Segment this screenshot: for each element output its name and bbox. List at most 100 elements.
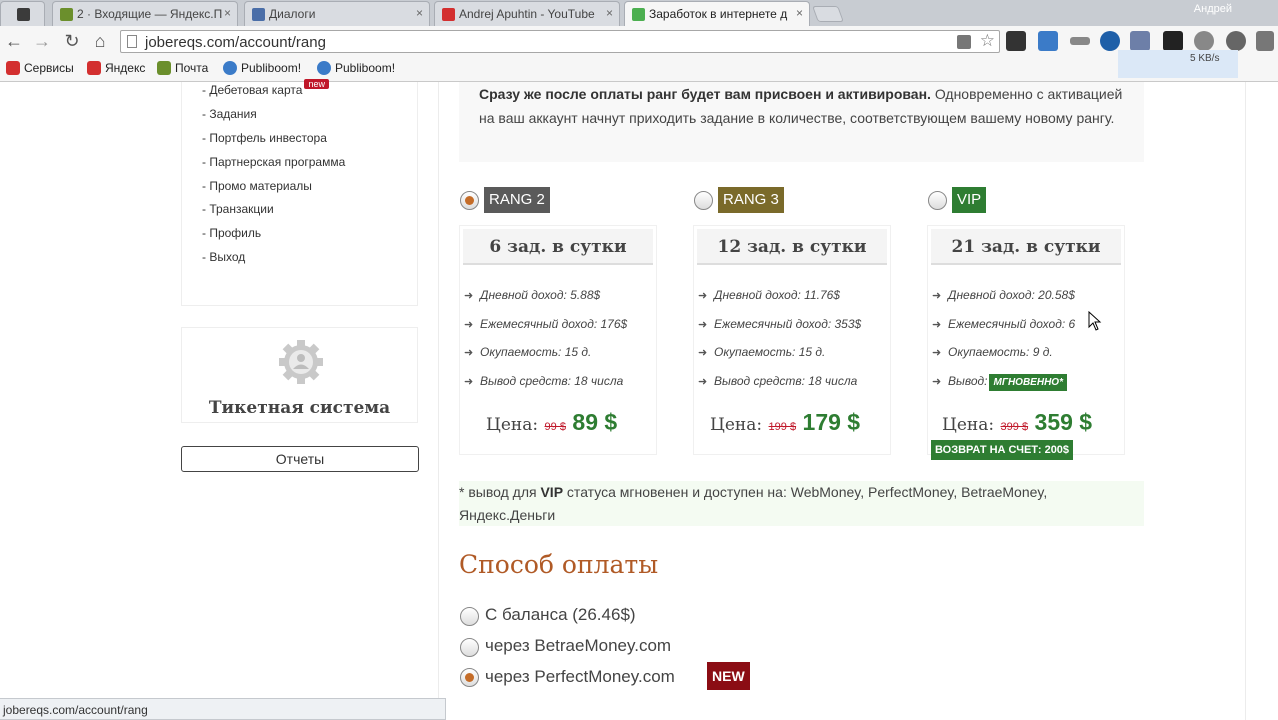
extension-icon[interactable]: [1038, 31, 1058, 51]
plan-radio-rang3[interactable]: [694, 191, 713, 210]
url-text[interactable]: jobereqs.com/account/rang: [145, 34, 326, 51]
menu-icon[interactable]: [1256, 31, 1274, 51]
bookmark-mail[interactable]: Почта: [157, 61, 208, 75]
plan-label-rang2[interactable]: RANG 2: [484, 187, 550, 213]
plan-price: Цена: 199 $ 179 $: [710, 409, 861, 435]
payment-radio-perfectmoney[interactable]: [460, 668, 479, 687]
bookmark-services[interactable]: Сервисы: [6, 61, 74, 75]
plan-withdrawal: ➜ Вывод средств: 18 числа: [464, 374, 624, 388]
reports-button[interactable]: Отчеты: [181, 446, 419, 472]
plan-monthly-income: ➜ Ежемесячный доход: 176$: [464, 317, 628, 331]
arrow-right-icon: ➜: [932, 347, 942, 359]
tab-title: Andrej Apuhtin - YouTube: [459, 7, 595, 21]
youtube-icon: [442, 8, 455, 21]
menu-item-transactions[interactable]: - Транзакции: [202, 202, 274, 216]
menu-item-profile[interactable]: - Профиль: [202, 226, 261, 240]
menu-item-logout[interactable]: - Выход: [202, 250, 245, 264]
plan-card-vip[interactable]: 21 зад. в сутки ➜ Дневной доход: 20.58$ ➜…: [927, 225, 1125, 455]
plan-label-rang3[interactable]: RANG 3: [718, 187, 784, 213]
forward-icon[interactable]: →: [32, 31, 52, 51]
status-bar: jobereqs.com/account/rang: [0, 698, 446, 720]
arrow-right-icon: ➜: [464, 319, 474, 331]
arrow-right-icon: ➜: [932, 319, 942, 331]
dialogs-icon: [252, 8, 265, 21]
plan-tasks: 6 зад. в сутки: [463, 229, 653, 265]
close-icon[interactable]: ×: [224, 6, 231, 20]
plan-tasks: 21 зад. в сутки: [931, 229, 1121, 265]
close-icon[interactable]: ×: [796, 6, 803, 20]
bookmark-publiboom[interactable]: Publiboom!: [317, 61, 395, 75]
content-divider: [438, 82, 439, 720]
plan-daily-income: ➜ Дневной доход: 20.58$: [932, 288, 1075, 302]
menu-item-partner[interactable]: - Партнерская программа: [202, 155, 345, 169]
vip-note: * вывод для VIP статуса мгновенен и дост…: [459, 481, 1144, 526]
publiboom-icon: [223, 61, 237, 75]
close-icon[interactable]: ×: [416, 6, 423, 20]
payment-label-betraemoney[interactable]: через BetraeMoney.com: [485, 636, 671, 656]
tab-earnings-active[interactable]: Заработок в интернете д ×: [624, 1, 810, 26]
arrow-right-icon: ➜: [932, 376, 942, 388]
bookmark-star-icon[interactable]: ☆: [980, 31, 995, 51]
bookmark-publiboom[interactable]: Publiboom!: [223, 61, 301, 75]
tab-title: Диалоги: [269, 7, 316, 21]
menu-item-tasks[interactable]: - Задания: [202, 107, 257, 121]
new-badge: new: [304, 79, 329, 89]
tab-favicon: [17, 8, 30, 21]
tab-yandex-mail[interactable]: 2 · Входящие — Яндекс.П ×: [52, 1, 238, 26]
arrow-right-icon: ➜: [698, 347, 708, 359]
activation-info: Сразу же после оплаты ранг будет вам при…: [459, 82, 1144, 162]
new-badge: NEW: [707, 662, 750, 690]
extension-icon[interactable]: [1100, 31, 1120, 51]
plan-card-rang2[interactable]: 6 зад. в сутки ➜ Дневной доход: 5.88$ ➜ Еж…: [459, 225, 657, 455]
extension-icon[interactable]: [1226, 31, 1246, 51]
extension-icon[interactable]: [1163, 31, 1183, 51]
menu-item-debit-card[interactable]: - Дебетовая карта new: [202, 79, 329, 97]
plan-radio-rang2[interactable]: [460, 191, 479, 210]
plan-radio-vip[interactable]: [928, 191, 947, 210]
mail-icon: [157, 61, 171, 75]
payment-radio-balance[interactable]: [460, 607, 479, 626]
close-icon[interactable]: ×: [606, 6, 613, 20]
plan-payback: ➜ Окупаемость: 9 д.: [932, 345, 1053, 359]
info-bold: Сразу же после оплаты ранг будет вам при…: [479, 86, 931, 102]
ticket-system-panel[interactable]: Тикетная система: [181, 327, 418, 423]
arrow-right-icon: ➜: [464, 376, 474, 388]
menu-item-promo[interactable]: - Промо материалы: [202, 179, 312, 193]
back-icon[interactable]: ←: [4, 31, 24, 51]
reload-icon[interactable]: ↻: [62, 31, 82, 51]
tab-title: Заработок в интернете д: [649, 7, 788, 21]
extension-icon[interactable]: [1130, 31, 1150, 51]
extension-icon[interactable]: [1006, 31, 1026, 51]
home-icon[interactable]: ⌂: [90, 31, 110, 51]
menu-item-portfolio[interactable]: - Портфель инвестора: [202, 131, 327, 145]
plan-label-vip[interactable]: VIP: [952, 187, 987, 213]
publiboom-icon: [317, 61, 331, 75]
plan-price: Цена: 99 $ 89 $: [486, 409, 618, 435]
plan-withdrawal: ➜ Вывод средств: 18 числа: [698, 374, 858, 388]
plan-card-rang3[interactable]: 12 зад. в сутки ➜ Дневной доход: 11.76$ ➜…: [693, 225, 891, 455]
tab-pinned[interactable]: [0, 1, 45, 26]
profile-name[interactable]: Андрей: [1194, 3, 1232, 15]
new-tab-button[interactable]: [812, 6, 844, 22]
refund-badge: ВОЗВРАТ НА СЧЕТ: 200$: [931, 440, 1074, 460]
plan-daily-income: ➜ Дневной доход: 5.88$: [464, 288, 601, 302]
plan-daily-income: ➜ Дневной доход: 11.76$: [698, 288, 840, 302]
tab-youtube[interactable]: Andrej Apuhtin - YouTube ×: [434, 1, 620, 26]
plan-monthly-income: ➜ Ежемесячный доход: 6: [932, 317, 1076, 331]
payment-radio-betraemoney[interactable]: [460, 638, 479, 657]
support-gear-icon: [279, 340, 323, 384]
price-old: 99 $: [544, 421, 566, 433]
arrow-right-icon: ➜: [464, 290, 474, 302]
bookmark-yandex[interactable]: Яндекс: [87, 61, 145, 75]
plan-payback: ➜ Окупаемость: 15 д.: [698, 345, 826, 359]
payment-label-perfectmoney[interactable]: через PerfectMoney.com: [485, 667, 675, 687]
plan-tasks: 12 зад. в сутки: [697, 229, 887, 265]
tab-title: 2 · Входящие — Яндекс.П: [77, 7, 223, 21]
extension-icon[interactable]: [1070, 37, 1090, 45]
address-bar[interactable]: jobereqs.com/account/rang ☆: [120, 30, 1000, 53]
extension-icon[interactable]: [1194, 31, 1214, 51]
translate-icon[interactable]: [957, 35, 971, 49]
tab-dialogs[interactable]: Диалоги ×: [244, 1, 430, 26]
yandex-icon: [87, 61, 101, 75]
payment-label-balance[interactable]: С баланса (26.46$): [485, 605, 636, 625]
